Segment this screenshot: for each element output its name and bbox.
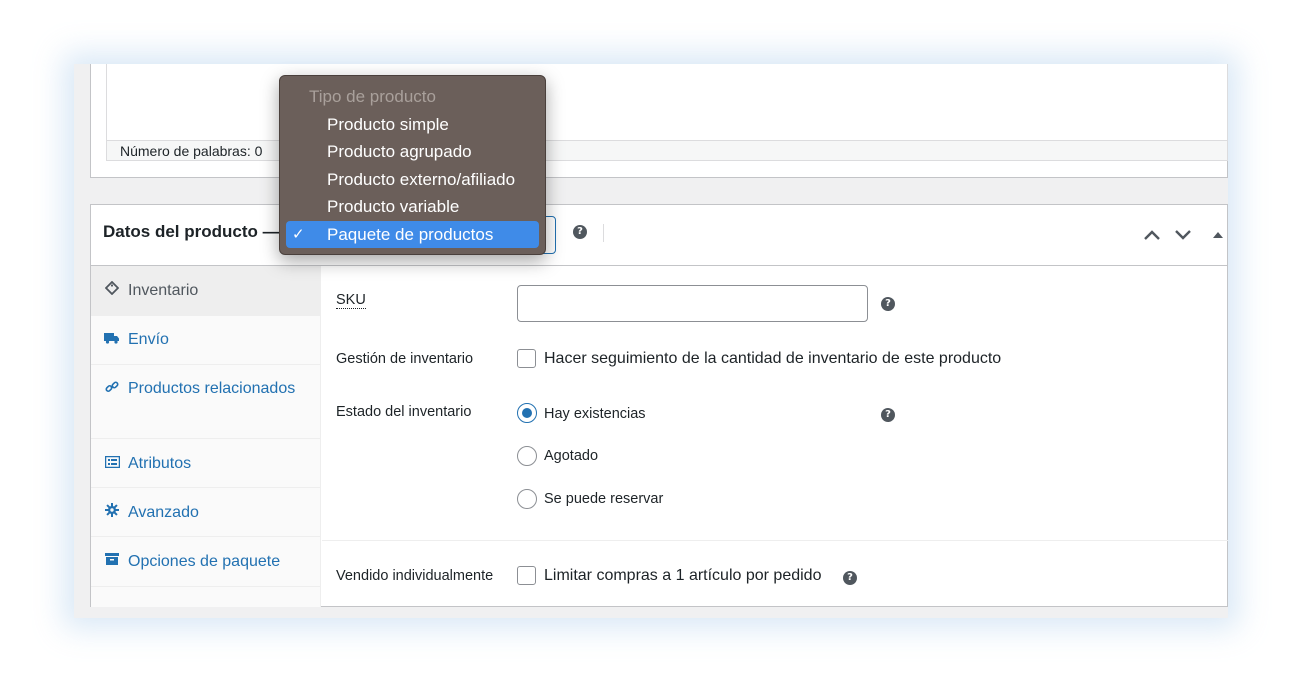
dropdown-option-external[interactable]: Producto externo/afiliado — [286, 166, 539, 193]
radio-out-of-stock[interactable] — [517, 446, 537, 466]
tab-productos-relacionados[interactable]: Productos relacionados — [91, 365, 320, 439]
panel-header: Datos del producto — ? — [91, 205, 1227, 266]
radio-in-stock[interactable] — [517, 403, 537, 423]
tab-envio[interactable]: Envío — [91, 316, 320, 365]
dropdown-group-label: Tipo de producto — [309, 87, 436, 106]
tab-avanzado[interactable]: Avanzado — [91, 488, 320, 537]
wp-admin-screen: Número de palabras: 0 Datos del producto… — [74, 64, 1228, 618]
radio-backorder[interactable] — [517, 489, 537, 509]
sold-individually-label: Vendido individualmente — [336, 568, 494, 584]
product-data-tabs: Inventario Envío Productos relacionados … — [91, 266, 321, 607]
toggle-panel-button[interactable] — [1207, 223, 1228, 247]
dropdown-option-simple[interactable]: Producto simple — [286, 111, 539, 138]
list-icon — [104, 454, 120, 470]
inventory-fields: SKU ? Gestión de inventario Hacer seguim… — [322, 266, 1228, 607]
gear-icon — [104, 502, 120, 518]
editor-text-area[interactable] — [106, 64, 1228, 141]
dropdown-option-label: Paquete de productos — [327, 225, 494, 244]
checkmark-icon: ✓ — [292, 225, 305, 243]
sku-help-icon[interactable]: ? — [881, 297, 895, 311]
dropdown-option-label: Producto externo/afiliado — [327, 170, 516, 189]
stock-status-help-icon[interactable]: ? — [881, 408, 895, 422]
chevron-down-icon — [1175, 230, 1191, 240]
panel-title: Datos del producto — — [103, 222, 280, 241]
fields-divider — [322, 540, 1228, 541]
move-up-button[interactable] — [1141, 223, 1163, 247]
tab-inventario[interactable]: Inventario — [91, 266, 320, 316]
dropdown-option-label: Producto simple — [327, 115, 449, 134]
chevron-up-icon — [1144, 230, 1160, 240]
caret-up-icon — [1213, 232, 1223, 238]
manage-stock-text: Hacer seguimiento de la cantidad de inve… — [544, 350, 1002, 367]
tab-label: Atributos — [128, 455, 192, 472]
option-backorder-label: Se puede reservar — [544, 491, 664, 507]
sold-individually-text: Limitar compras a 1 artículo por pedido — [544, 567, 822, 584]
option-out-of-stock-label: Agotado — [544, 448, 599, 464]
tab-label: Avanzado — [128, 504, 199, 521]
option-in-stock-label: Hay existencias — [544, 406, 646, 422]
truck-icon — [104, 330, 120, 346]
tab-label: Inventario — [128, 282, 199, 299]
dropdown-option-bundle[interactable]: ✓ Paquete de productos — [286, 221, 539, 248]
product-data-panel: Datos del producto — ? Inventario Envío … — [90, 204, 1228, 607]
tag-icon — [104, 280, 120, 296]
tab-label: Opciones de paquete — [128, 553, 281, 570]
tab-label: Productos relacionados — [128, 380, 296, 397]
word-count: Número de palabras: 0 — [106, 140, 1228, 161]
manage-stock-checkbox[interactable] — [517, 349, 536, 368]
sku-input[interactable] — [517, 285, 868, 322]
sold-individually-checkbox[interactable] — [517, 566, 536, 585]
dropdown-option-variable[interactable]: Producto variable — [286, 193, 539, 220]
dropdown-option-grouped[interactable]: Producto agrupado — [286, 138, 539, 165]
editor-box: Número de palabras: 0 — [90, 64, 1228, 178]
stock-status-label: Estado del inventario — [336, 404, 472, 420]
dropdown-option-label: Producto agrupado — [327, 142, 472, 161]
help-icon[interactable]: ? — [573, 225, 587, 239]
dropdown-option-label: Producto variable — [327, 197, 460, 216]
box-icon — [104, 551, 120, 567]
sku-label: SKU — [336, 292, 366, 309]
sold-individually-help-icon[interactable]: ? — [843, 571, 857, 585]
tab-atributos[interactable]: Atributos — [91, 439, 320, 488]
tab-opciones-de-paquete[interactable]: Opciones de paquete — [91, 537, 320, 587]
manage-stock-label: Gestión de inventario — [336, 351, 474, 367]
move-down-button[interactable] — [1172, 223, 1194, 247]
tab-label: Envío — [128, 331, 169, 348]
product-type-dropdown: Tipo de producto Producto simple Product… — [279, 75, 546, 255]
header-divider — [603, 224, 604, 242]
